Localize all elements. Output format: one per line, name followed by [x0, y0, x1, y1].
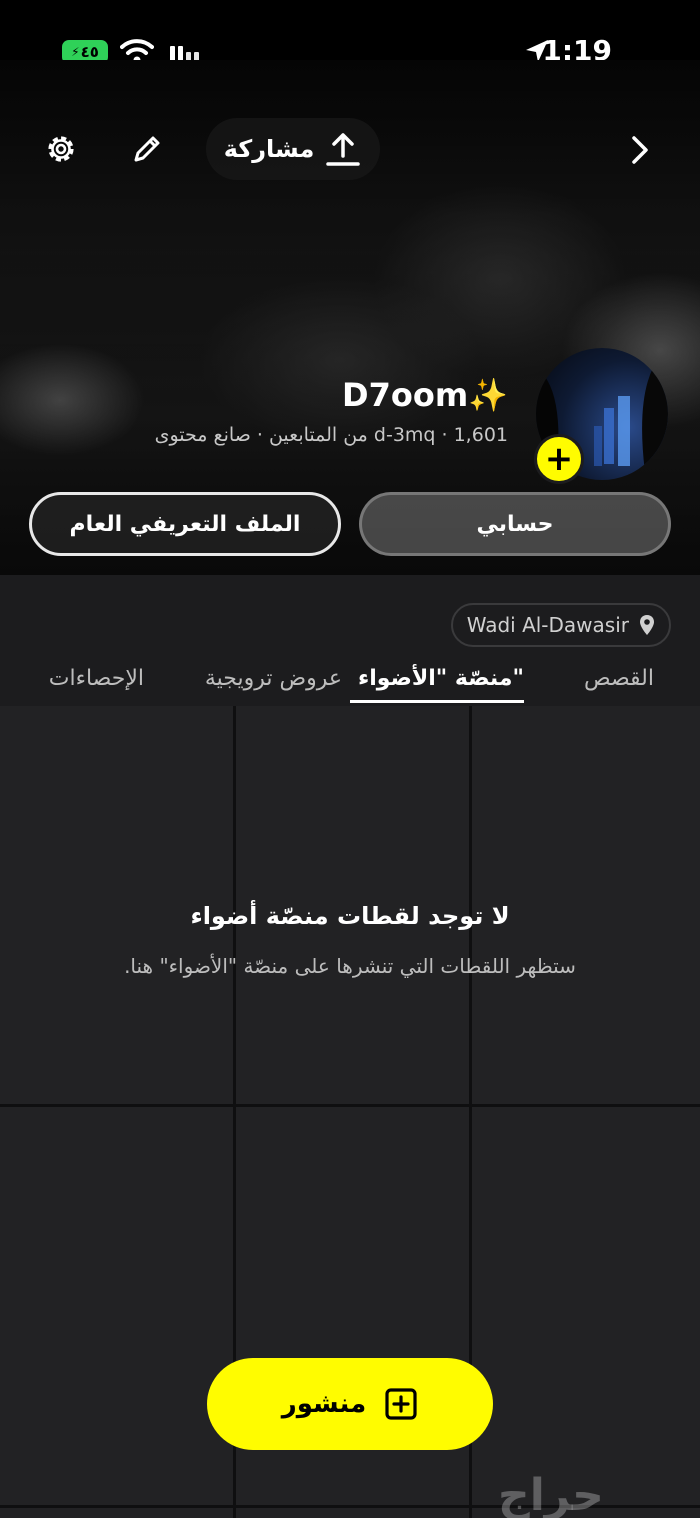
public-profile-button[interactable]: الملف التعريفي العام: [29, 492, 341, 556]
charging-bolt-icon: ⚡: [71, 45, 80, 59]
location-pin-icon: [640, 615, 654, 635]
location-chip[interactable]: Wadi Al-Dawasir: [450, 603, 671, 647]
tab-promotions[interactable]: عروض ترويجية: [205, 666, 342, 691]
display-name: D7oom✨: [342, 376, 508, 414]
add-plus-icon: [385, 1388, 417, 1420]
add-plus-icon: +: [544, 439, 574, 479]
share-upload-icon: [326, 133, 361, 166]
tab-stories[interactable]: القصص: [584, 666, 654, 691]
location-label: Wadi Al-Dawasir: [466, 613, 629, 637]
grid-placeholder: [0, 1107, 233, 1505]
edit-profile-button[interactable]: [126, 128, 168, 170]
grid-placeholder: [472, 1107, 700, 1505]
empty-state-title: لا توجد لقطات منصّة أضواء: [190, 902, 510, 930]
grid-placeholder: [0, 1508, 233, 1518]
edit-pencil-icon: [134, 136, 160, 162]
chevron-right-icon: [632, 136, 648, 164]
add-story-button[interactable]: +: [534, 434, 584, 484]
grid-placeholder: [236, 1508, 469, 1518]
watermark-logo: حراج: [498, 1470, 604, 1518]
my-account-button[interactable]: حسابي: [359, 492, 671, 556]
share-button[interactable]: مشاركة: [206, 118, 380, 180]
profile-subtitle[interactable]: d-3mq · 1,601 من المتابعين · صانع محتوى: [155, 424, 508, 446]
share-label: مشاركة: [223, 135, 315, 163]
post-label: منشور: [281, 1389, 367, 1419]
new-post-button[interactable]: منشور: [207, 1358, 493, 1450]
empty-state-description: ستظهر اللقطات التي تنشرها على منصّة "الأ…: [124, 954, 576, 978]
settings-icon: [48, 136, 74, 162]
battery-level: ٤٥: [80, 43, 99, 61]
active-tab-indicator: [350, 700, 524, 703]
settings-button[interactable]: [40, 128, 82, 170]
back-button[interactable]: [618, 128, 662, 172]
tab-statistics[interactable]: الإحصاءات: [49, 666, 144, 691]
tab-spotlight[interactable]: منصّة "الأضواء": [358, 666, 524, 691]
